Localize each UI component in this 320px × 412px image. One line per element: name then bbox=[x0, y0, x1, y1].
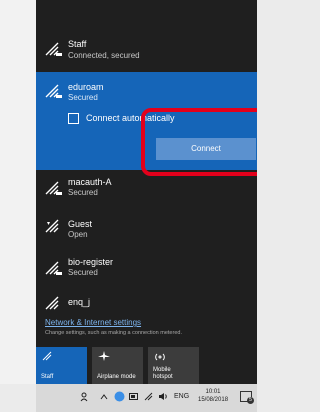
network-name: eduroam bbox=[68, 82, 104, 92]
quick-action-wifi[interactable]: Staff bbox=[36, 347, 87, 384]
auto-connect-label: Connect automatically bbox=[86, 113, 175, 123]
network-item-macauth-a[interactable]: macauth-A Secured bbox=[36, 170, 257, 210]
connect-button[interactable]: Connect bbox=[156, 138, 256, 160]
network-name: Guest bbox=[68, 219, 93, 229]
taskbar: ENG 10:01 15/08/2018 5 bbox=[36, 384, 257, 412]
hotspot-icon bbox=[155, 353, 165, 361]
airplane-icon bbox=[98, 351, 110, 361]
clock-time: 10:01 bbox=[205, 389, 221, 395]
auto-connect-checkbox[interactable] bbox=[68, 113, 79, 124]
wifi-secured-icon bbox=[45, 261, 62, 275]
quick-action-mobile-hotspot[interactable]: Mobile hotspot bbox=[148, 347, 199, 384]
network-name: enq_j bbox=[68, 297, 91, 307]
quick-action-label: Airplane mode bbox=[97, 374, 136, 380]
quick-action-label: Mobile hotspot bbox=[153, 367, 173, 380]
network-item-eduroam[interactable]: eduroam Secured Connect automatically Co… bbox=[36, 72, 257, 170]
chevron-up-icon[interactable] bbox=[100, 393, 108, 401]
wifi-icon[interactable] bbox=[144, 392, 154, 401]
wifi-open-icon bbox=[45, 219, 59, 233]
network-name: macauth-A bbox=[68, 177, 112, 187]
battery-icon[interactable] bbox=[129, 392, 139, 401]
wifi-icon bbox=[45, 42, 62, 56]
app-tray-icon[interactable] bbox=[114, 391, 125, 402]
wifi-secured-icon bbox=[45, 84, 62, 98]
network-item-staff[interactable]: Staff Connected, secured bbox=[36, 30, 257, 72]
clock-date: 15/08/2018 bbox=[198, 397, 229, 403]
network-item-bio-register[interactable]: bio-register Secured bbox=[36, 250, 257, 288]
network-status: Secured bbox=[68, 93, 98, 102]
network-settings-link[interactable]: Network & Internet settings bbox=[45, 318, 141, 327]
network-status: Secured bbox=[68, 188, 98, 197]
volume-icon[interactable] bbox=[158, 392, 168, 401]
network-item-enq-j[interactable]: enq_j bbox=[36, 290, 257, 312]
network-name: Staff bbox=[68, 39, 87, 49]
language-indicator[interactable]: ENG bbox=[174, 393, 189, 400]
people-icon[interactable] bbox=[80, 392, 90, 402]
network-status: Connected, secured bbox=[68, 51, 140, 60]
network-name: bio-register bbox=[68, 257, 114, 267]
network-flyout: Staff Connected, secured eduroam Secured… bbox=[36, 0, 257, 384]
quick-action-label: Staff bbox=[41, 374, 54, 380]
notification-count: 5 bbox=[247, 397, 254, 404]
network-settings-description: Change settings, such as making a connec… bbox=[45, 330, 182, 336]
wifi-secured-icon bbox=[45, 181, 62, 195]
network-status: Secured bbox=[68, 268, 98, 277]
network-status: Open bbox=[68, 230, 88, 239]
clock[interactable]: 10:01 15/08/2018 bbox=[198, 388, 228, 404]
wifi-icon bbox=[42, 351, 52, 361]
wifi-icon bbox=[45, 296, 59, 310]
desktop-background bbox=[0, 0, 36, 384]
network-item-guest[interactable]: Guest Open bbox=[36, 210, 257, 250]
quick-action-airplane-mode[interactable]: Airplane mode bbox=[92, 347, 143, 384]
